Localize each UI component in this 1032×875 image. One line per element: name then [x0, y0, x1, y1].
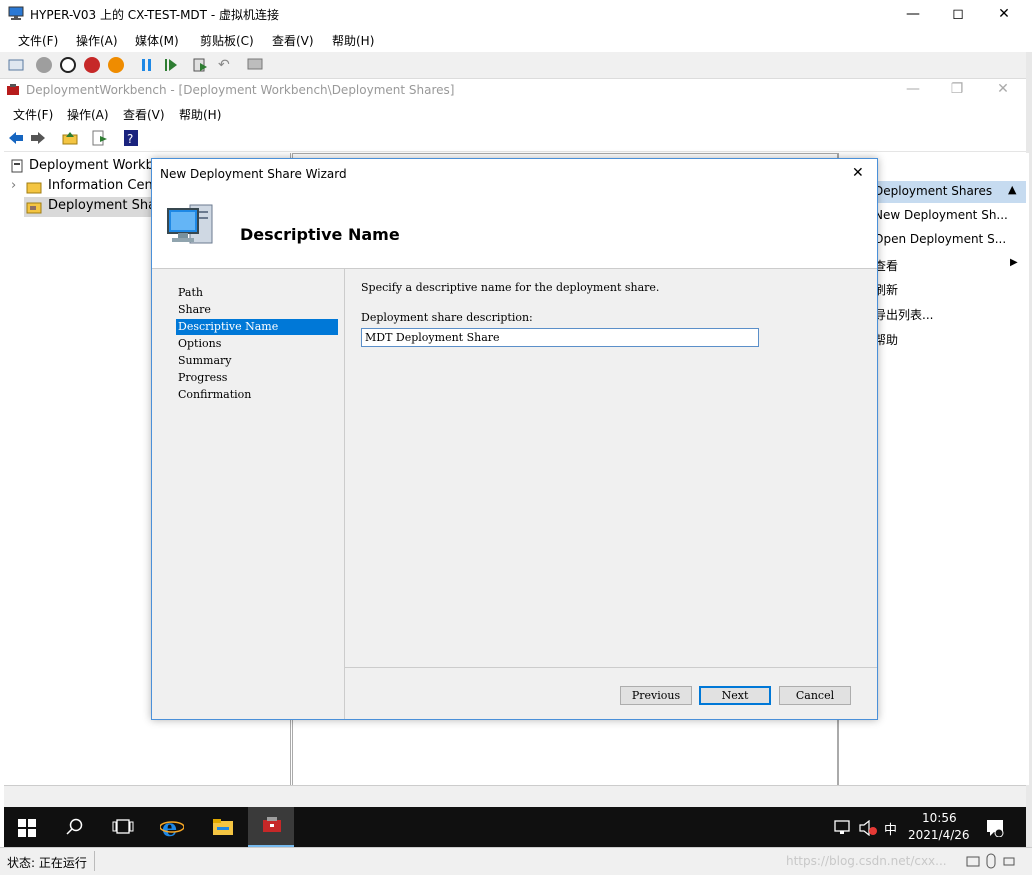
- svg-text:?: ?: [127, 132, 133, 146]
- host-menu-media[interactable]: 媒体(M): [135, 32, 179, 49]
- wizard-instruction: Specify a descriptive name for the deplo…: [361, 281, 660, 294]
- vm-connection-icon: [8, 6, 24, 20]
- information-center-folder-icon: [26, 180, 42, 194]
- task-view-icon[interactable]: [112, 819, 134, 835]
- notification-icon[interactable]: [986, 819, 1004, 838]
- back-arrow-icon[interactable]: [8, 130, 24, 146]
- mouse-icon: [986, 853, 996, 869]
- workbench-root-icon: [10, 159, 24, 173]
- close-button[interactable]: ✕: [989, 4, 1019, 24]
- actions-header[interactable]: Deployment Shares ▲: [858, 181, 1026, 203]
- clock-time[interactable]: 10:56: [922, 811, 957, 825]
- host-menu-view[interactable]: 查看(V): [272, 32, 314, 49]
- wizard-step-path[interactable]: Path: [176, 285, 338, 301]
- help-icon[interactable]: ?: [124, 130, 138, 146]
- vm-status-text: 状态: 正在运行: [7, 856, 87, 870]
- svg-text:e: e: [162, 815, 177, 839]
- workbench-app-icon: [6, 83, 20, 97]
- new-deployment-share-wizard: New Deployment Share Wizard ✕ Descriptiv…: [151, 158, 878, 720]
- host-menu-help[interactable]: 帮助(H): [332, 32, 374, 49]
- workbench-status-bar: [4, 785, 1026, 808]
- host-title-bar: HYPER-V03 上的 CX-TEST-MDT - 虚拟机连接 — ◻ ✕: [0, 0, 1032, 28]
- action-new-deployment-share[interactable]: New Deployment Sh...: [874, 208, 1008, 222]
- wizard-step-summary[interactable]: Summary: [176, 353, 338, 369]
- maximize-button[interactable]: ◻: [943, 4, 973, 24]
- ime-indicator[interactable]: 中: [884, 819, 897, 838]
- turn-off-icon[interactable]: [60, 57, 76, 73]
- workbench-minimize-button[interactable]: —: [898, 79, 928, 99]
- checkpoint-icon[interactable]: [192, 57, 208, 73]
- wizard-title-bar: New Deployment Share Wizard ✕: [152, 159, 877, 189]
- workbench-menu-view[interactable]: 查看(V): [123, 106, 165, 123]
- workbench-toolbar: ?: [4, 125, 1026, 152]
- previous-button[interactable]: Previous: [620, 686, 692, 705]
- next-button[interactable]: Next: [699, 686, 771, 705]
- computer-icon: [164, 199, 218, 249]
- tree-expand-chevron-icon[interactable]: ›: [11, 178, 16, 193]
- clock-date[interactable]: 2021/4/26: [908, 828, 970, 842]
- host-menu-action[interactable]: 操作(A): [76, 32, 118, 49]
- host-status-bar: 状态: 正在运行 https://blog.csdn.net/cxx...: [0, 847, 1032, 875]
- deployment-shares-folder-icon: [26, 200, 42, 214]
- taskbar-workbench-active[interactable]: [248, 807, 294, 847]
- wizard-title: New Deployment Share Wizard: [160, 167, 347, 181]
- resume-icon[interactable]: [164, 57, 178, 73]
- submenu-arrow-icon: ▶: [1010, 257, 1018, 268]
- keyboard-lock-icon: [966, 854, 980, 868]
- guest-taskbar: e 中 10:56 2021/4/26: [4, 807, 1026, 847]
- wizard-step-descriptive-name[interactable]: Descriptive Name: [176, 319, 338, 335]
- host-toolbar: ↶: [0, 52, 1032, 79]
- host-menu-clipboard[interactable]: 剪贴板(C): [200, 32, 254, 49]
- start-icon[interactable]: [36, 57, 52, 73]
- description-field-label: Deployment share description:: [361, 311, 533, 324]
- windows-start-icon[interactable]: [18, 819, 36, 837]
- search-icon[interactable]: [66, 818, 84, 836]
- watermark-text: https://blog.csdn.net/cxx...: [786, 854, 947, 868]
- workbench-menu-bar: 文件(F) 操作(A) 查看(V) 帮助(H): [4, 103, 1026, 125]
- wizard-close-icon[interactable]: ✕: [852, 165, 864, 181]
- workbench-taskbar-icon: [261, 815, 283, 835]
- pause-icon[interactable]: [140, 57, 154, 73]
- file-explorer-icon[interactable]: [212, 817, 234, 837]
- status-divider: [94, 851, 95, 871]
- revert-icon[interactable]: ↶: [218, 57, 232, 73]
- usb-icon: [1002, 854, 1016, 868]
- workbench-title-bar: DeploymentWorkbench - [Deployment Workbe…: [4, 79, 1026, 103]
- action-open-deployment-share[interactable]: Open Deployment S...: [874, 232, 1006, 246]
- workbench-menu-file[interactable]: 文件(F): [13, 106, 53, 123]
- wizard-content: Specify a descriptive name for the deplo…: [345, 269, 877, 668]
- host-menu-bar: 文件(F) 操作(A) 媒体(M) 剪贴板(C) 查看(V) 帮助(H): [0, 28, 1032, 52]
- deployment-share-description-input[interactable]: MDT Deployment Share: [361, 328, 759, 347]
- wizard-step-share[interactable]: Share: [176, 302, 338, 318]
- workbench-menu-action[interactable]: 操作(A): [67, 106, 109, 123]
- export-list-icon[interactable]: [92, 130, 108, 146]
- forward-arrow-icon[interactable]: [30, 130, 46, 146]
- wizard-page-heading: Descriptive Name: [240, 225, 400, 244]
- actions-header-label: Deployment Shares: [874, 184, 993, 198]
- shutdown-icon[interactable]: [84, 57, 100, 73]
- wizard-step-confirmation[interactable]: Confirmation: [176, 387, 338, 403]
- wizard-banner: Descriptive Name: [152, 189, 877, 269]
- host-window-title: HYPER-V03 上的 CX-TEST-MDT - 虚拟机连接: [30, 8, 279, 22]
- up-folder-icon[interactable]: [62, 130, 78, 146]
- wizard-step-list: Path Share Descriptive Name Options Summ…: [152, 269, 345, 719]
- internet-explorer-icon[interactable]: e: [159, 813, 185, 842]
- wizard-step-options[interactable]: Options: [176, 336, 338, 352]
- cancel-button[interactable]: Cancel: [779, 686, 851, 705]
- workbench-menu-help[interactable]: 帮助(H): [179, 106, 221, 123]
- volume-muted-icon[interactable]: [858, 819, 878, 837]
- power-icon[interactable]: [108, 57, 124, 73]
- workbench-restore-button[interactable]: ❐: [942, 79, 972, 99]
- ctrl-alt-del-icon[interactable]: [8, 57, 24, 73]
- host-menu-file[interactable]: 文件(F): [18, 32, 58, 49]
- workbench-close-button[interactable]: ✕: [988, 79, 1018, 99]
- action-export-list[interactable]: 导出列表...: [874, 306, 933, 323]
- wizard-step-progress[interactable]: Progress: [176, 370, 338, 386]
- minimize-button[interactable]: —: [898, 4, 928, 24]
- collapse-arrow-icon[interactable]: ▲: [1008, 183, 1016, 196]
- network-icon[interactable]: [834, 820, 852, 836]
- enhanced-session-icon[interactable]: [246, 57, 264, 73]
- workbench-window-title: DeploymentWorkbench - [Deployment Workbe…: [26, 83, 455, 97]
